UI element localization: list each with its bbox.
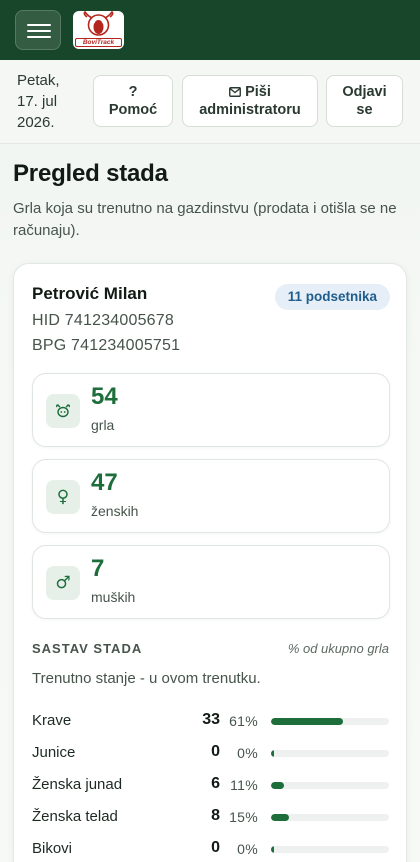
share-bar-fill xyxy=(271,814,289,821)
logo-text: BoviTrack xyxy=(75,38,122,47)
help-label: Pomoć xyxy=(108,102,158,118)
page-subtitle: Grla koja su trenutno na gazdinstvu (pro… xyxy=(13,200,397,239)
category-percent: 15% xyxy=(229,809,258,825)
stat-label: muških xyxy=(91,589,136,605)
write-label: Piši xyxy=(245,84,271,100)
stat-value: 47 xyxy=(91,469,118,496)
write-label: administratoru xyxy=(199,102,301,118)
female-icon: ♀ xyxy=(46,480,80,514)
category-percent: 0% xyxy=(237,745,258,761)
question-icon: ? xyxy=(128,84,138,100)
logout-label: se xyxy=(356,102,373,118)
current-date: Petak, 17. jul 2026. xyxy=(17,70,77,133)
stat-male[interactable]: ♂ 7 muških xyxy=(32,545,390,619)
category-count: 0 xyxy=(211,839,220,856)
logout-label: Odjavi xyxy=(342,84,387,100)
share-bar xyxy=(271,782,389,789)
bpg-number: BPG 741234005751 xyxy=(32,337,181,354)
top-bar: BoviTrack xyxy=(0,0,420,60)
mail-icon xyxy=(229,87,242,97)
composition-title: SASTAV STADA xyxy=(32,641,143,656)
share-bar-fill xyxy=(271,782,284,789)
composition-row: Ženska telad 8 15% xyxy=(32,806,390,828)
category-count: 6 xyxy=(211,775,220,792)
composition-note: % od ukupno grla xyxy=(287,641,389,656)
farm-card: Petrović Milan 11 podsetnika HID 7412340… xyxy=(13,263,407,862)
category-name: Ženska telad xyxy=(32,808,118,825)
hid-number: HID 741234005678 xyxy=(32,312,174,329)
category-count: 0 xyxy=(211,743,220,760)
stat-label: ženskih xyxy=(91,503,139,519)
page-title: Pregled stada xyxy=(13,160,168,187)
category-name: Junice xyxy=(32,744,76,761)
category-percent: 0% xyxy=(237,841,258,857)
share-bar xyxy=(271,846,389,853)
reminders-badge[interactable]: 11 podsetnika xyxy=(274,284,390,310)
category-count: 33 xyxy=(202,711,220,728)
composition-description: Trenutno stanje - u ovom trenutku. xyxy=(32,670,261,687)
share-bar xyxy=(271,750,389,757)
stat-value: 54 xyxy=(91,383,118,410)
hamburger-icon-line xyxy=(27,30,51,32)
menu-button[interactable] xyxy=(15,10,61,50)
logout-button[interactable]: Odjavi se xyxy=(326,75,403,127)
hamburger-icon xyxy=(27,24,51,26)
composition-row: Bikovi 0 0% xyxy=(32,838,390,860)
stat-female[interactable]: ♀ 47 ženskih xyxy=(32,459,390,533)
help-button[interactable]: ? Pomoć xyxy=(93,75,173,127)
category-count: 8 xyxy=(211,807,220,824)
category-name: Bikovi xyxy=(32,840,73,857)
bull-head-icon xyxy=(83,11,114,36)
stat-total[interactable]: 54 grla xyxy=(32,373,390,447)
sub-bar: Petak, 17. jul 2026. ? Pomoć Piši admini… xyxy=(0,60,420,144)
composition-row: Krave 33 61% xyxy=(32,710,390,732)
composition-row: Ženska junad 6 11% xyxy=(32,774,390,796)
share-bar-fill xyxy=(271,718,343,725)
category-name: Krave xyxy=(32,712,72,729)
category-percent: 11% xyxy=(230,777,258,793)
composition-row: Junice 0 0% xyxy=(32,742,390,764)
stat-value: 7 xyxy=(91,555,105,582)
share-bar-fill xyxy=(271,750,274,757)
share-bar xyxy=(271,814,389,821)
category-name: Ženska junad xyxy=(32,776,123,793)
write-admin-button[interactable]: Piši administratoru xyxy=(182,75,318,127)
share-bar xyxy=(271,718,389,725)
stat-label: grla xyxy=(91,417,115,433)
date-line: 17. jul xyxy=(17,93,58,110)
cow-head-icon xyxy=(46,394,80,428)
owner-name: Petrović Milan xyxy=(32,284,148,303)
app-logo[interactable]: BoviTrack xyxy=(73,11,124,49)
male-icon: ♂ xyxy=(46,566,80,600)
date-line: 2026. xyxy=(17,114,55,131)
category-percent: 61% xyxy=(229,713,258,729)
share-bar-fill xyxy=(271,846,274,853)
hamburger-icon-line xyxy=(27,36,51,38)
date-line: Petak, xyxy=(17,72,60,89)
